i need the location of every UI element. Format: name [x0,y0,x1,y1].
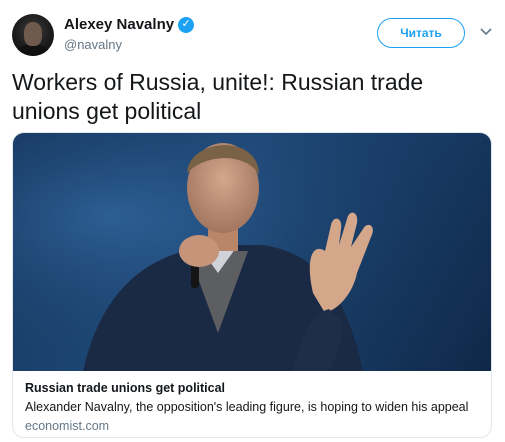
card-description[interactable]: Alexander Navalny, the opposition's lead… [25,400,479,414]
card-meta[interactable]: Russian trade unions get political Alexa… [25,381,479,433]
card-title[interactable]: Russian trade unions get political [25,381,479,395]
card-domain[interactable]: economist.com [25,419,479,433]
link-card[interactable]: Russian trade unions get political Alexa… [12,132,492,438]
avatar-face [24,22,42,46]
follow-button[interactable]: Читать [377,18,465,48]
author-handle[interactable]: @navalny [64,37,194,52]
tweet-header: Alexey Navalny ✓ @navalny Читать [12,12,493,58]
tweet-text: Workers of Russia, unite!: Russian trade… [12,69,424,124]
author-block[interactable]: Alexey Navalny ✓ @navalny [64,16,195,52]
author-name-row[interactable]: Alexey Navalny ✓ [64,16,195,33]
chevron-down-icon[interactable] [479,24,493,38]
card-photo-illustration [13,133,491,371]
card-image[interactable] [13,133,491,371]
avatar[interactable] [12,14,54,56]
author-name[interactable]: Alexey Navalny [64,16,174,33]
verified-badge-icon: ✓ [178,16,195,33]
